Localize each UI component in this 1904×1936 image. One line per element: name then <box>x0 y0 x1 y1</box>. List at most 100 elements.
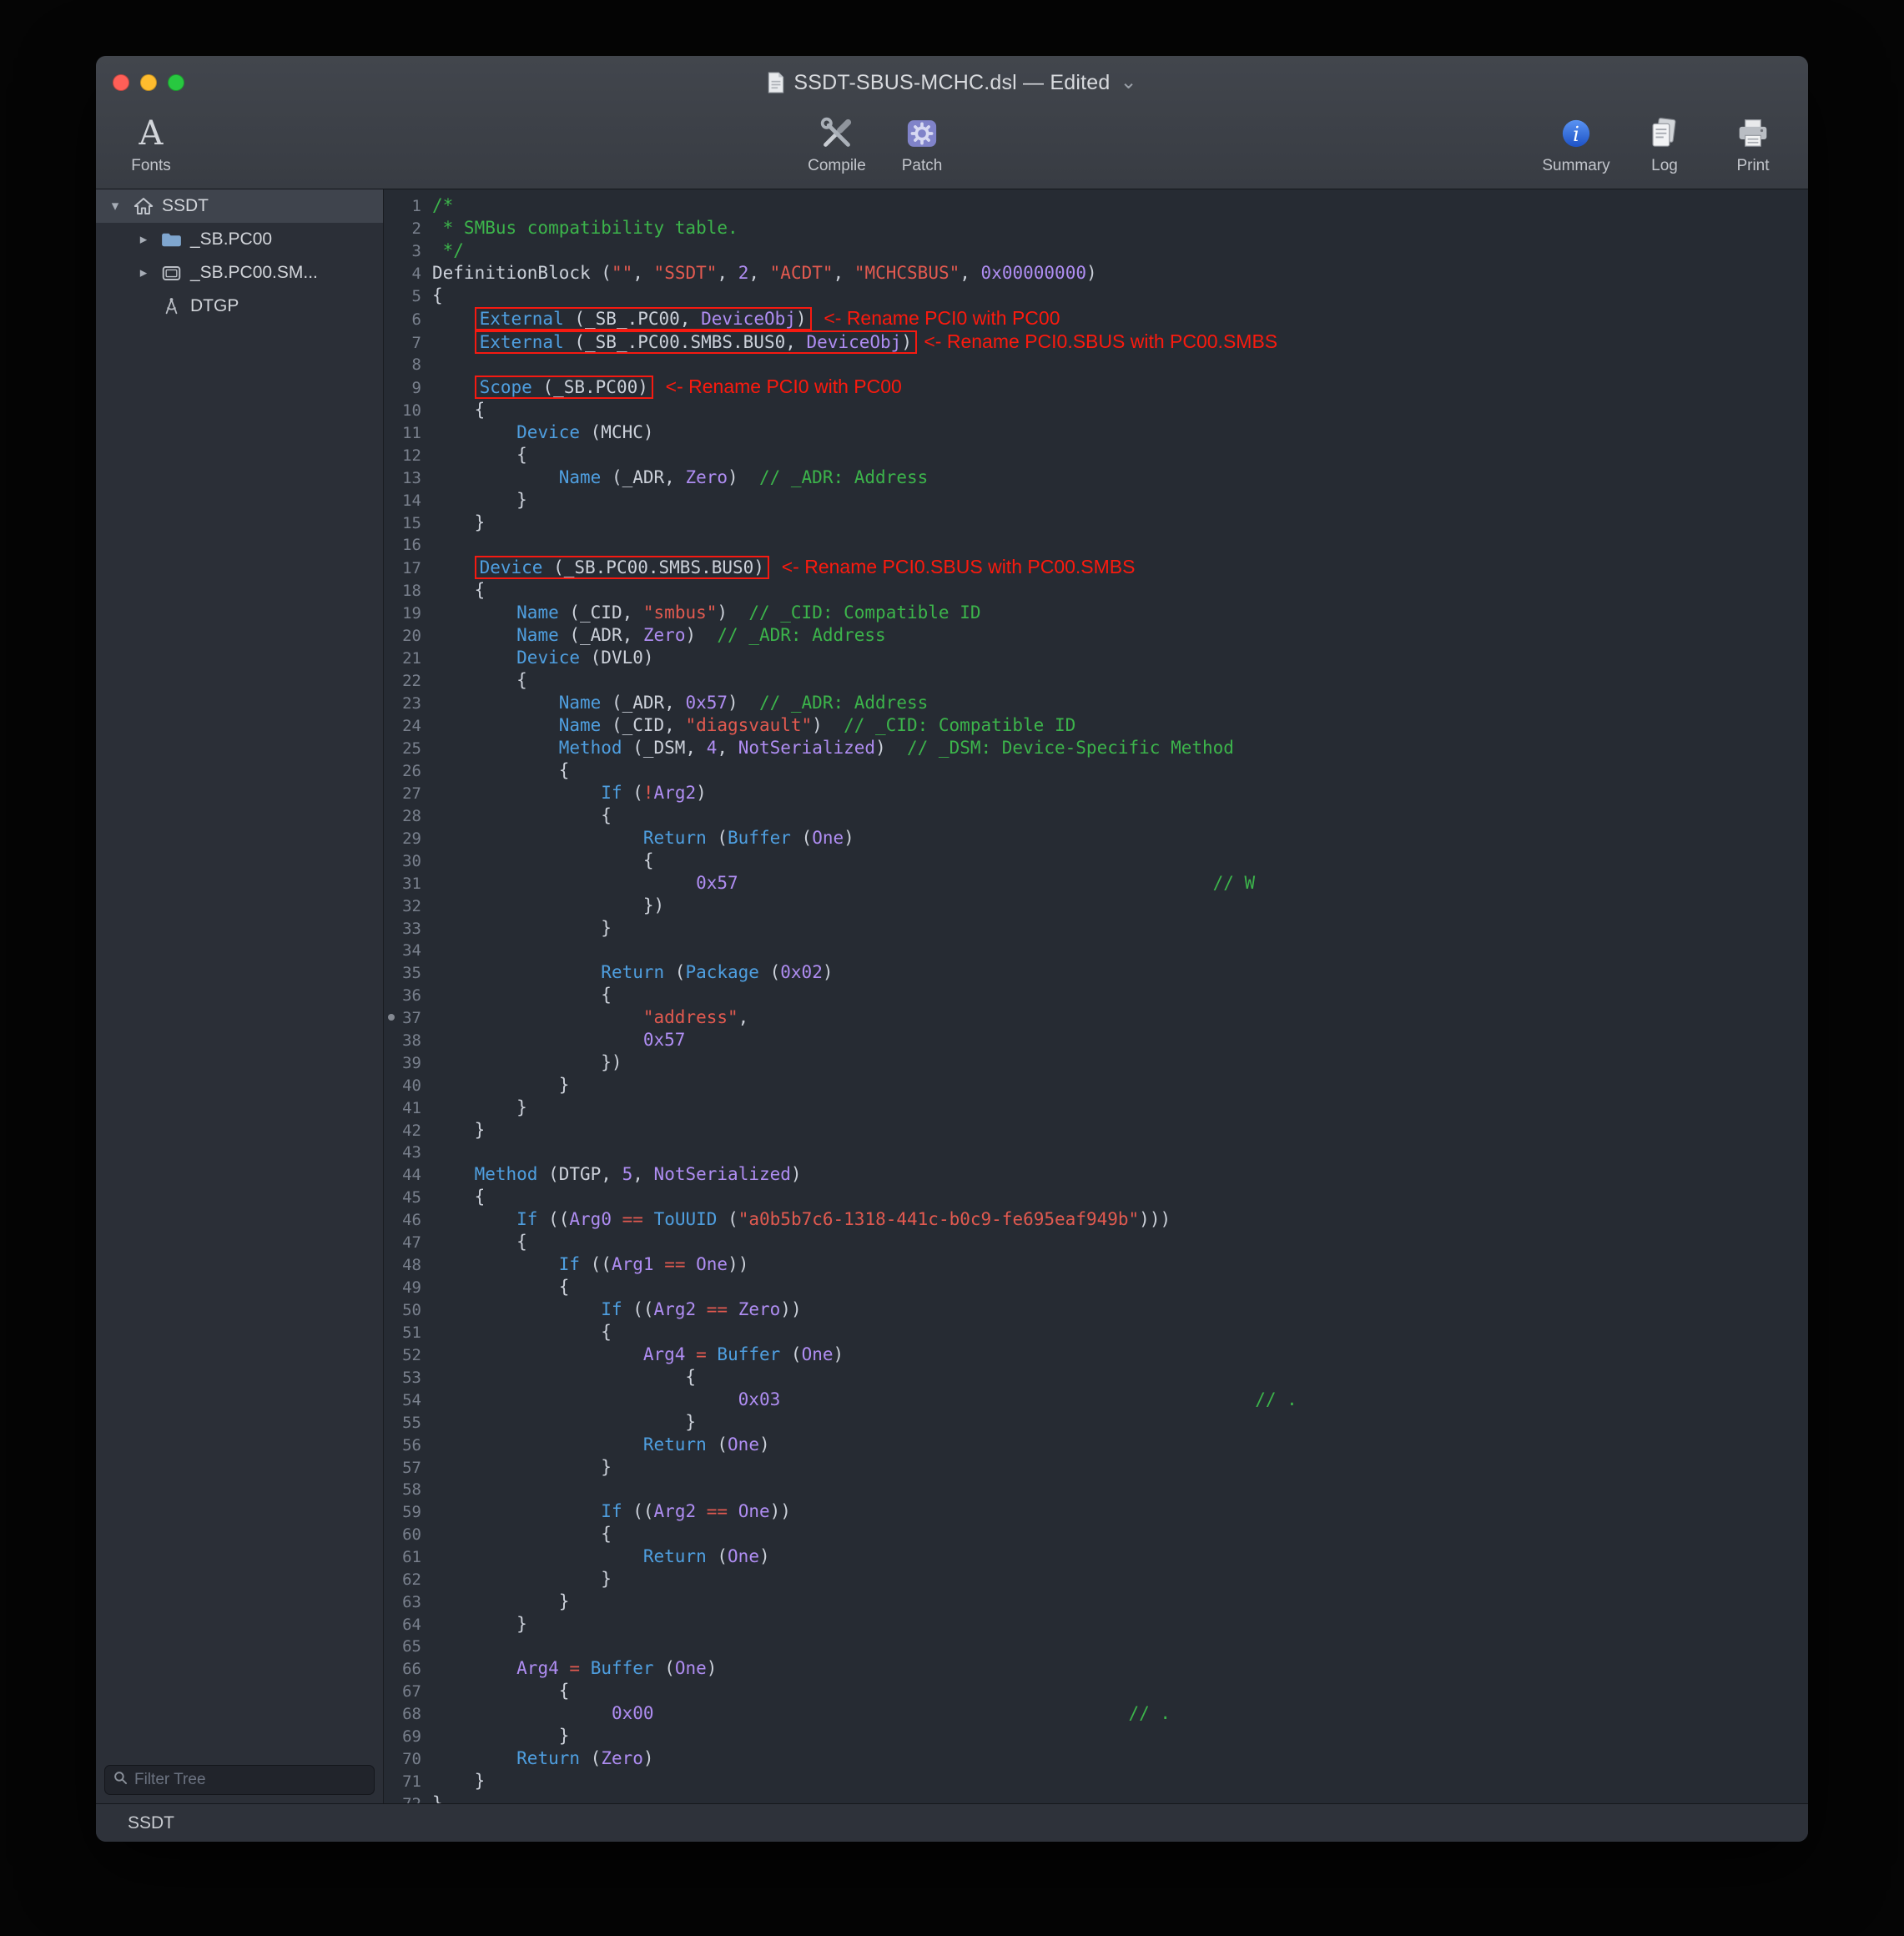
code-line: 28 { <box>384 804 1808 827</box>
code-token <box>738 873 1213 893</box>
code-token: DefinitionBlock <box>432 263 591 283</box>
code-token <box>432 828 643 848</box>
code-token: } <box>432 512 485 532</box>
code-token: * SMBus compatibility table. <box>432 218 738 238</box>
code-line: 5{ <box>384 285 1808 307</box>
log-label: Log <box>1651 157 1678 175</box>
print-button[interactable]: Print <box>1713 114 1793 175</box>
line-number: 60 <box>384 1524 432 1545</box>
code-token: = <box>569 1658 580 1678</box>
status-text: SSDT <box>128 1813 174 1833</box>
line-number: 39 <box>384 1052 432 1074</box>
code-line: 36 { <box>384 984 1808 1006</box>
code-line: 26 { <box>384 759 1808 782</box>
line-number: 2 <box>384 218 432 239</box>
code-token: ) <box>759 1546 770 1566</box>
code-line: 30 { <box>384 850 1808 872</box>
code-token: } <box>432 1569 612 1589</box>
code-token: } <box>432 1120 485 1140</box>
code-token: ( <box>759 962 780 982</box>
code-token: Name <box>559 715 602 735</box>
code-token: { <box>432 760 569 780</box>
code-token <box>432 738 559 758</box>
log-button[interactable]: Log <box>1624 114 1705 175</box>
code-token: One <box>728 1434 759 1455</box>
line-number: 63 <box>384 1591 432 1613</box>
code-line: 43 <box>384 1142 1808 1163</box>
line-number: 26 <box>384 760 432 782</box>
sidebar-item-sb-pc00-smbs[interactable]: ▸ _SB.PC00.SM... <box>96 256 383 290</box>
line-number: 18 <box>384 580 432 602</box>
rename-annotation: <- Rename PCI0 with PC00 <box>655 376 902 397</box>
code-token: */ <box>432 240 464 260</box>
code-token: } <box>432 918 612 938</box>
code-line: 9 Scope (_SB.PC00) <- Rename PCI0 with P… <box>384 376 1808 399</box>
code-line: 19 Name (_CID, "smbus") // _CID: Compati… <box>384 602 1808 624</box>
code-line: 71 } <box>384 1770 1808 1792</box>
code-token <box>580 1658 591 1678</box>
rename-highlight-box: Scope (_SB.PC00) <box>475 376 653 399</box>
code-token: { <box>432 1367 696 1387</box>
code-token: ) <box>685 625 717 645</box>
code-token: ( <box>591 263 612 283</box>
disclosure-closed-icon[interactable]: ▸ <box>134 231 153 248</box>
code-token: Zero <box>601 1748 643 1768</box>
line-number: 16 <box>384 534 432 556</box>
code-token: == <box>707 1299 728 1319</box>
sidebar-item-sb-pc00[interactable]: ▸ _SB.PC00 <box>96 223 383 256</box>
compile-button[interactable]: Compile <box>797 114 877 175</box>
code-token: } <box>432 1097 527 1117</box>
code-editor[interactable]: 1/*2 * SMBus compatibility table.3 */4De… <box>384 189 1808 1803</box>
line-number: 15 <box>384 512 432 534</box>
disclosure-closed-icon[interactable]: ▸ <box>134 265 153 281</box>
code-token: ( <box>791 828 812 848</box>
summary-button[interactable]: i Summary <box>1536 114 1616 175</box>
zoom-button[interactable] <box>168 74 184 91</box>
code-line: 34 <box>384 940 1808 961</box>
log-pages-icon <box>1647 114 1682 153</box>
code-line: 53 { <box>384 1366 1808 1389</box>
code-line: 63 } <box>384 1591 1808 1613</box>
line-number: 28 <box>384 805 432 827</box>
close-button[interactable] <box>113 74 129 91</box>
fonts-button[interactable]: A Fonts <box>111 114 191 175</box>
code-token: }) <box>432 895 664 915</box>
code-token: Name <box>559 693 602 713</box>
code-line: 15 } <box>384 512 1808 534</box>
code-token: (_DSM, <box>622 738 707 758</box>
code-line: 37 "address", <box>384 1006 1808 1029</box>
code-token: 0x03 <box>738 1389 781 1409</box>
filter-tree-field[interactable] <box>104 1765 375 1795</box>
line-number: 46 <box>384 1209 432 1231</box>
code-token: { <box>432 1232 527 1252</box>
line-number: 7 <box>384 332 432 354</box>
code-token <box>432 1299 601 1319</box>
code-token: ) <box>1086 263 1097 283</box>
code-token: Name <box>516 625 559 645</box>
code-token: "address" <box>643 1007 738 1027</box>
code-line: 17 Device (_SB.PC00.SMBS.BUS0) <- Rename… <box>384 556 1808 579</box>
sidebar-item-dtgp[interactable]: DTGP <box>96 290 383 323</box>
tree-item-label: SSDT <box>162 196 209 216</box>
line-number: 25 <box>384 738 432 759</box>
code-token: Name <box>516 602 559 623</box>
filter-tree-input[interactable] <box>134 1771 365 1789</box>
code-line: 42 } <box>384 1119 1808 1142</box>
disclosure-open-icon[interactable]: ▾ <box>106 198 124 214</box>
code-line: 64 } <box>384 1613 1808 1636</box>
code-line: 56 Return (One) <box>384 1434 1808 1456</box>
code-line: 60 { <box>384 1523 1808 1545</box>
minimize-button[interactable] <box>140 74 157 91</box>
code-token: NotSerialized <box>738 738 875 758</box>
code-line: 18 { <box>384 579 1808 602</box>
title-chevron-icon[interactable]: ⌄ <box>1120 78 1136 87</box>
line-number: 11 <box>384 422 432 444</box>
rename-annotation: <- Rename PCI0.SBUS with PC00.SMBS <box>771 556 1136 577</box>
sidebar-item-ssdt[interactable]: ▾ SSDT <box>96 189 383 223</box>
code-token: } <box>432 1793 443 1803</box>
patch-button[interactable]: Patch <box>882 114 962 175</box>
code-token: (_ADR, <box>601 467 685 487</box>
line-number: 20 <box>384 625 432 647</box>
code-token: DeviceObj <box>807 332 902 352</box>
code-token <box>432 1658 516 1678</box>
